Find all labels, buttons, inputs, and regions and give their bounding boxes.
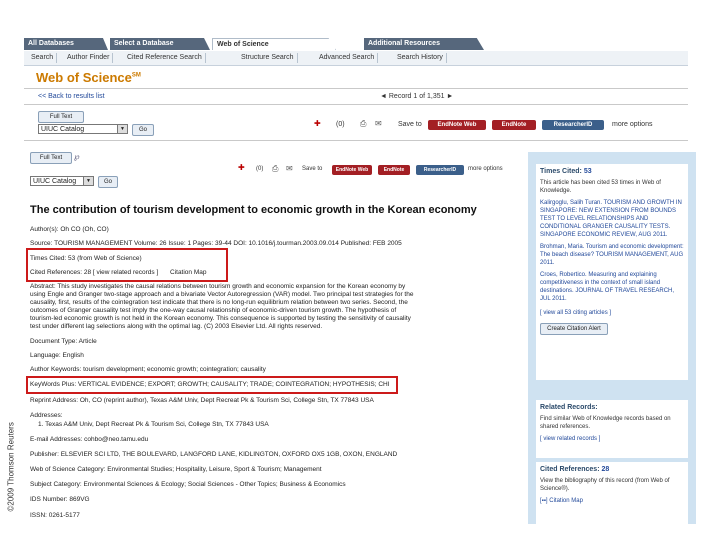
marked-count: (0) bbox=[336, 121, 345, 128]
times-cited-card: Times Cited: 53 This article has been ci… bbox=[536, 164, 688, 380]
go-button-secondary[interactable]: Go bbox=[98, 176, 118, 188]
addresses-heading: Addresses: bbox=[30, 412, 63, 419]
save-to-label: Save to bbox=[302, 166, 323, 172]
times-cited-label: Times Cited: bbox=[540, 168, 582, 175]
view-related-records-link[interactable]: [ view related records ] bbox=[540, 435, 684, 443]
cited-references-label: Cited References: bbox=[540, 466, 600, 473]
highlight-box-keywords bbox=[26, 376, 398, 394]
ids-number-line: IDS Number: 869VG bbox=[30, 496, 90, 503]
abstract-text: Abstract: This study investigates the ca… bbox=[30, 283, 414, 330]
cited-references-card: Cited References: 28 View the bibliograp… bbox=[536, 462, 688, 524]
authors-line: Author(s): Oh CO (Oh, CO) bbox=[30, 226, 109, 233]
article-title: The contribution of tourism development … bbox=[30, 204, 477, 216]
researcherid-button[interactable]: ResearcherID bbox=[542, 120, 604, 130]
print-icon[interactable]: ⎙ bbox=[272, 164, 278, 174]
related-records-heading: Related Records: bbox=[540, 404, 598, 411]
brand-mark: SM bbox=[131, 72, 141, 79]
subnav-search-history[interactable]: Search History bbox=[394, 53, 447, 63]
citing-article[interactable]: Croes, Robertico. Measuring and explaini… bbox=[540, 271, 684, 303]
subnav-search[interactable]: Search bbox=[28, 53, 58, 63]
divider bbox=[24, 104, 688, 105]
endnote-button[interactable]: EndNote bbox=[378, 165, 410, 175]
highlight-box-citations bbox=[26, 248, 228, 282]
catalog-select[interactable]: UIUC Catalog ▼ bbox=[38, 124, 128, 134]
subnav-advanced-search[interactable]: Advanced Search bbox=[316, 53, 379, 63]
tab-web-of-science[interactable]: Web of Science bbox=[212, 38, 336, 50]
marked-list-icon[interactable]: ✚ bbox=[314, 119, 321, 129]
divider bbox=[24, 140, 688, 141]
catalog-select-value: UIUC Catalog bbox=[41, 126, 85, 133]
language-line: Language: English bbox=[30, 352, 84, 359]
full-text-button-secondary[interactable]: Full Text bbox=[30, 152, 72, 164]
cited-references-heading: Cited References: 28 bbox=[540, 466, 684, 473]
marked-list-icon[interactable]: ✚ bbox=[238, 163, 245, 173]
subject-category-line: Subject Category: Environmental Sciences… bbox=[30, 481, 346, 488]
times-cited-description: This article has been cited 53 times in … bbox=[540, 180, 661, 194]
related-records-description: Find similar Web of Knowledge records ba… bbox=[540, 416, 671, 430]
copyright-notice: ©2009 Thomson Reuters bbox=[2, 320, 16, 520]
search-subnav: Search Author Finder Cited Reference Sea… bbox=[24, 51, 688, 66]
record-navigation[interactable]: ◄ Record 1 of 1,351 ► bbox=[380, 93, 453, 100]
cited-references-count[interactable]: 28 bbox=[601, 466, 609, 473]
subnav-structure-search[interactable]: Structure Search bbox=[238, 53, 298, 63]
email-icon[interactable]: ✉ bbox=[375, 119, 382, 129]
full-text-button[interactable]: Full Text bbox=[38, 111, 84, 123]
sidebar-citation-map-link[interactable]: [▪▪] Citation Map bbox=[540, 497, 684, 505]
more-options-select[interactable]: more options bbox=[468, 166, 503, 172]
marked-count: (0) bbox=[256, 166, 264, 172]
source-line: Source: TOURISM MANAGEMENT Volume: 26 Is… bbox=[30, 240, 402, 247]
chevron-down-icon: ▼ bbox=[117, 125, 127, 133]
tab-additional-resources[interactable]: Additional Resources bbox=[364, 38, 484, 50]
save-to-label: Save to bbox=[398, 121, 422, 128]
subnav-author-finder[interactable]: Author Finder bbox=[64, 53, 114, 63]
email-icon[interactable]: ✉ bbox=[286, 164, 293, 174]
copyright-text: ©2009 Thomson Reuters bbox=[6, 422, 16, 512]
tab-all-databases[interactable]: All Databases bbox=[24, 38, 108, 50]
citing-article[interactable]: Brohman, Maria. Tourism and economic dev… bbox=[540, 243, 684, 267]
back-to-results-link[interactable]: << Back to results list bbox=[38, 93, 105, 100]
endnote-web-button[interactable]: EndNote Web bbox=[332, 165, 372, 175]
issn-line: ISSN: 0261-5177 bbox=[30, 512, 80, 519]
catalog-select-value: UIUC Catalog bbox=[33, 178, 77, 185]
author-keywords-line: Author Keywords: tourism development; ec… bbox=[30, 366, 266, 373]
document-type-line: Document Type: Article bbox=[30, 338, 97, 345]
brand-name: Web of Science bbox=[36, 70, 132, 85]
database-tabs: All Databases Select a Database Web of S… bbox=[24, 38, 688, 50]
times-cited-count[interactable]: 53 bbox=[584, 168, 592, 175]
print-icon[interactable]: ⎙ bbox=[360, 119, 366, 129]
more-options-select[interactable]: more options bbox=[612, 121, 652, 128]
catalog-select-secondary[interactable]: UIUC Catalog ▼ bbox=[30, 176, 94, 186]
open-url-icon: ℘ bbox=[74, 152, 80, 161]
citation-map-icon: [▪▪] bbox=[540, 498, 548, 504]
chevron-down-icon: ▼ bbox=[83, 177, 93, 185]
reprint-address-line: Reprint Address: Oh, CO (reprint author)… bbox=[30, 397, 374, 404]
related-records-card: Related Records: Find similar Web of Kno… bbox=[536, 400, 688, 458]
create-citation-alert-button[interactable]: Create Citation Alert bbox=[540, 323, 608, 335]
citing-article[interactable]: Kalirgoglu, Salih Turan. TOURISM AND GRO… bbox=[540, 199, 684, 239]
email-line[interactable]: E-mail Addresses: cohbo@neo.tamu.edu bbox=[30, 436, 420, 444]
endnote-web-button[interactable]: EndNote Web bbox=[428, 120, 486, 130]
subnav-cited-reference-search[interactable]: Cited Reference Search bbox=[124, 53, 206, 63]
tab-select-database[interactable]: Select a Database bbox=[110, 38, 210, 50]
cited-references-description: View the bibliography of this record (fr… bbox=[540, 478, 670, 492]
address-item: 1. Texas A&M Univ, Dept Recreat Pk & Tou… bbox=[38, 421, 269, 428]
citation-map-label: Citation Map bbox=[549, 498, 583, 504]
divider bbox=[24, 88, 688, 89]
researcherid-button[interactable]: ResearcherID bbox=[416, 165, 464, 175]
publisher-line: Publisher: ELSEVIER SCI LTD, THE BOULEVA… bbox=[30, 451, 398, 458]
web-of-science-logo: Web of ScienceSM bbox=[36, 70, 141, 85]
go-button[interactable]: Go bbox=[132, 124, 154, 136]
view-all-citing-link[interactable]: [ view all 53 citing articles ] bbox=[540, 309, 684, 317]
times-cited-heading: Times Cited: 53 bbox=[540, 168, 684, 175]
endnote-button[interactable]: EndNote bbox=[492, 120, 536, 130]
category-line: Web of Science Category: Environmental S… bbox=[30, 466, 322, 473]
